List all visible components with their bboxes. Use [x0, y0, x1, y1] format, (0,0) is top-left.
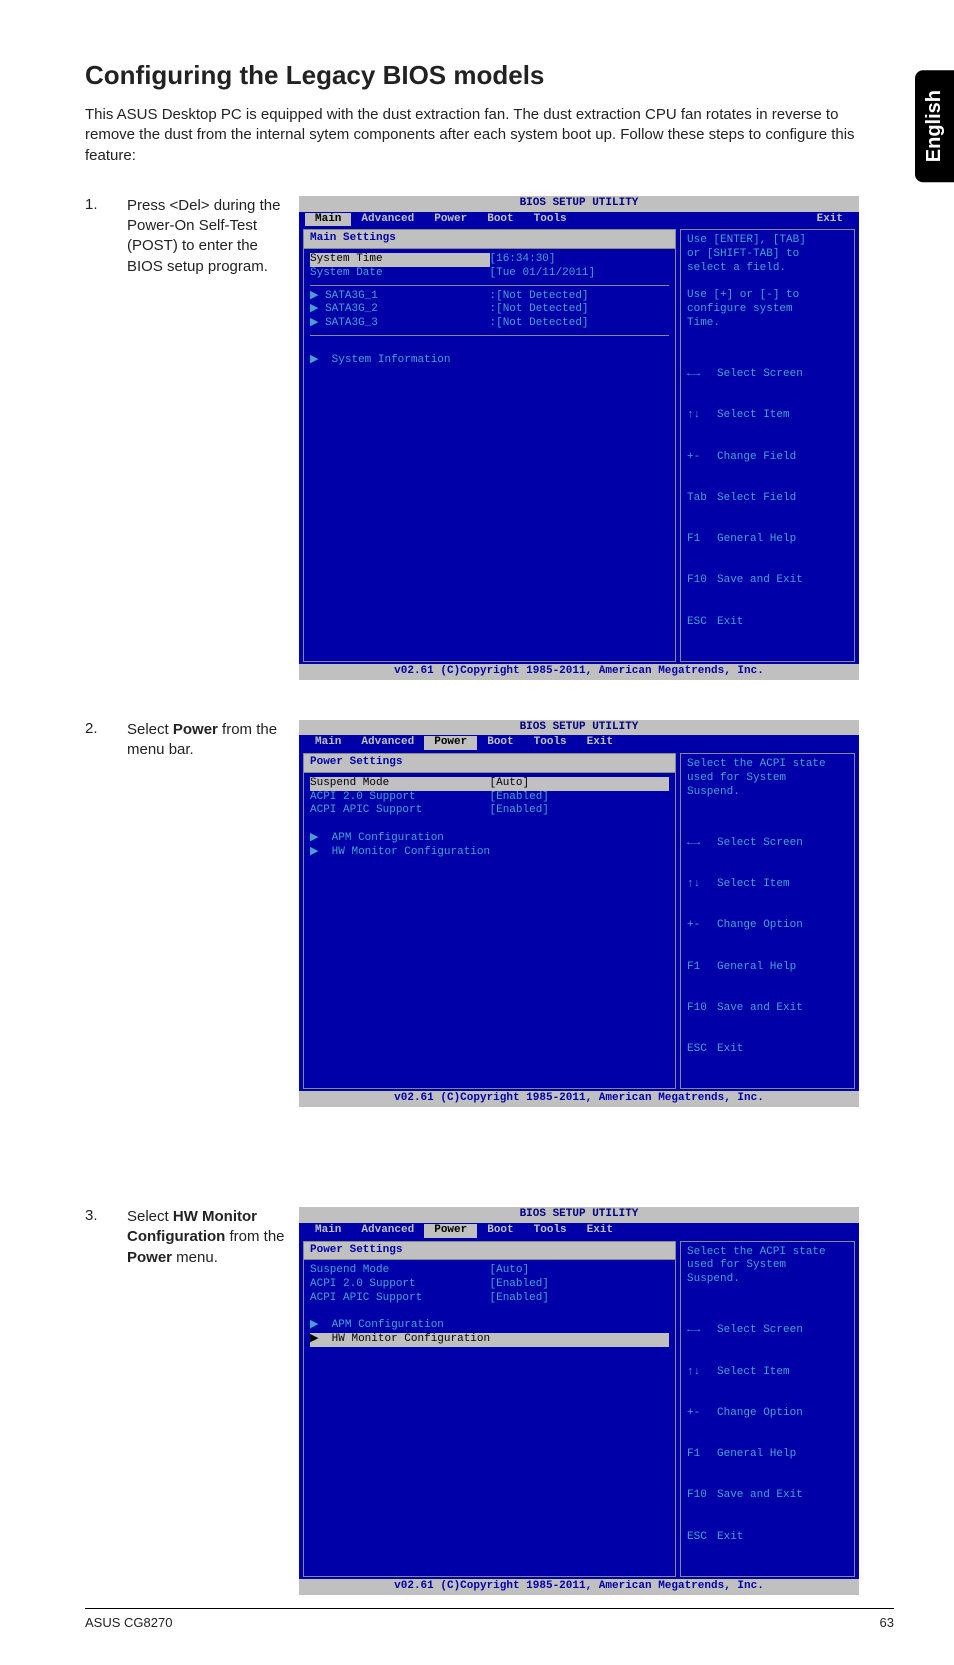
bios-help-text: Select the ACPI state used for System Su… — [687, 1246, 848, 1287]
value-suspend: [Auto] — [490, 777, 670, 791]
value-acpi20: [Enabled] — [490, 791, 670, 805]
menu-main[interactable]: Main — [305, 213, 351, 227]
bios-help-panel: Use [ENTER], [TAB] or [SHIFT-TAB] to sel… — [680, 229, 855, 662]
menu-exit[interactable]: Exit — [577, 736, 623, 750]
bios-menu-bar: Main Advanced Power Boot Tools Exit — [299, 1223, 859, 1239]
bios-menu-bar: Main Advanced Power Boot Tools Exit — [299, 735, 859, 751]
bios-help-panel: Select the ACPI state used for System Su… — [680, 1241, 855, 1577]
value-apic: [Enabled] — [490, 1292, 670, 1306]
value-sata1: :[Not Detected] — [490, 290, 670, 304]
value-system-time: [16:34:30] — [490, 253, 670, 267]
step-number: 2. — [85, 720, 115, 1108]
menu-power[interactable]: Power — [424, 1224, 477, 1238]
bios-help-panel: Select the ACPI state used for System Su… — [680, 753, 855, 1089]
step-text: Select HW Monitor Configuration from the… — [127, 1207, 287, 1595]
menu-main[interactable]: Main — [305, 736, 351, 750]
menu-advanced[interactable]: Advanced — [351, 1224, 424, 1238]
bios-section-heading: Power Settings — [304, 754, 675, 773]
menu-boot[interactable]: Boot — [477, 213, 523, 227]
field-apic[interactable]: ACPI APIC Support — [310, 804, 490, 818]
menu-boot[interactable]: Boot — [477, 736, 523, 750]
bios-title: BIOS SETUP UTILITY — [299, 720, 859, 736]
field-sysinfo[interactable]: ▶ System Information — [310, 354, 669, 368]
step-3: 3. Select HW Monitor Configuration from … — [85, 1207, 894, 1595]
step-text: Press <Del> during the Power-On Self-Tes… — [127, 196, 287, 680]
bios-footer: v02.61 (C)Copyright 1985-2011, American … — [299, 1091, 859, 1107]
bios-screenshot-3: BIOS SETUP UTILITY Main Advanced Power B… — [299, 1207, 859, 1595]
menu-boot[interactable]: Boot — [477, 1224, 523, 1238]
value-apic: [Enabled] — [490, 804, 670, 818]
field-system-date[interactable]: System Date — [310, 267, 490, 281]
bios-key-legend: ←→Select Screen ↑↓Select Item +-Change O… — [687, 809, 848, 1084]
menu-advanced[interactable]: Advanced — [351, 213, 424, 227]
bios-section-heading: Power Settings — [304, 1242, 675, 1261]
page-title: Configuring the Legacy BIOS models — [85, 60, 894, 91]
field-acpi20[interactable]: ACPI 2.0 Support — [310, 791, 490, 805]
menu-exit[interactable]: Exit — [807, 213, 853, 227]
field-apm-config[interactable]: ▶ APM Configuration — [310, 1319, 669, 1333]
bios-key-legend: ←→Select Screen ↑↓Select Item +-Change F… — [687, 341, 848, 657]
page-footer: ASUS CG8270 63 — [85, 1608, 894, 1630]
field-acpi20[interactable]: ACPI 2.0 Support — [310, 1278, 490, 1292]
menu-advanced[interactable]: Advanced — [351, 736, 424, 750]
field-suspend[interactable]: Suspend Mode — [310, 1264, 490, 1278]
menu-power[interactable]: Power — [424, 213, 477, 227]
step-2: 2. Select Power from the menu bar. BIOS … — [85, 720, 894, 1108]
bios-help-text: Use [ENTER], [TAB] or [SHIFT-TAB] to sel… — [687, 234, 848, 330]
menu-power[interactable]: Power — [424, 736, 477, 750]
field-sata1[interactable]: ▶ SATA3G_1 — [310, 290, 490, 304]
menu-tools[interactable]: Tools — [524, 1224, 577, 1238]
bios-footer: v02.61 (C)Copyright 1985-2011, American … — [299, 1579, 859, 1595]
menu-exit[interactable]: Exit — [577, 1224, 623, 1238]
bios-footer: v02.61 (C)Copyright 1985-2011, American … — [299, 664, 859, 680]
bios-section-heading: Main Settings — [304, 230, 675, 249]
bios-menu-bar: Main Advanced Power Boot Tools Exit — [299, 212, 859, 228]
bios-screenshot-1: BIOS SETUP UTILITY Main Advanced Power B… — [299, 196, 859, 680]
field-sata2[interactable]: ▶ SATA3G_2 — [310, 303, 490, 317]
value-system-date: [Tue 01/11/2011] — [490, 267, 670, 281]
language-tab: English — [915, 70, 954, 182]
menu-tools[interactable]: Tools — [524, 736, 577, 750]
intro-paragraph: This ASUS Desktop PC is equipped with th… — [85, 105, 855, 166]
bios-title: BIOS SETUP UTILITY — [299, 1207, 859, 1223]
step-number: 1. — [85, 196, 115, 680]
field-hwmon-config[interactable]: ▶ HW Monitor Configuration — [310, 1333, 669, 1347]
field-sata3[interactable]: ▶ SATA3G_3 — [310, 317, 490, 331]
field-apm-config[interactable]: ▶ APM Configuration — [310, 832, 669, 846]
field-hwmon-config[interactable]: ▶ HW Monitor Configuration — [310, 846, 669, 860]
field-suspend[interactable]: Suspend Mode — [310, 777, 490, 791]
step-number: 3. — [85, 1207, 115, 1595]
value-acpi20: [Enabled] — [490, 1278, 670, 1292]
menu-tools[interactable]: Tools — [524, 213, 577, 227]
field-system-time[interactable]: System Time — [310, 253, 490, 267]
value-suspend: [Auto] — [490, 1264, 670, 1278]
bios-help-text: Select the ACPI state used for System Su… — [687, 758, 848, 799]
field-apic[interactable]: ACPI APIC Support — [310, 1292, 490, 1306]
footer-page-number: 63 — [880, 1615, 894, 1630]
menu-main[interactable]: Main — [305, 1224, 351, 1238]
value-sata3: :[Not Detected] — [490, 317, 670, 331]
bios-screenshot-2: BIOS SETUP UTILITY Main Advanced Power B… — [299, 720, 859, 1108]
bios-title: BIOS SETUP UTILITY — [299, 196, 859, 212]
step-text: Select Power from the menu bar. — [127, 720, 287, 1108]
bios-key-legend: ←→Select Screen ↑↓Select Item +-Change O… — [687, 1297, 848, 1572]
footer-product: ASUS CG8270 — [85, 1615, 172, 1630]
step-1: 1. Press <Del> during the Power-On Self-… — [85, 196, 894, 680]
value-sata2: :[Not Detected] — [490, 303, 670, 317]
